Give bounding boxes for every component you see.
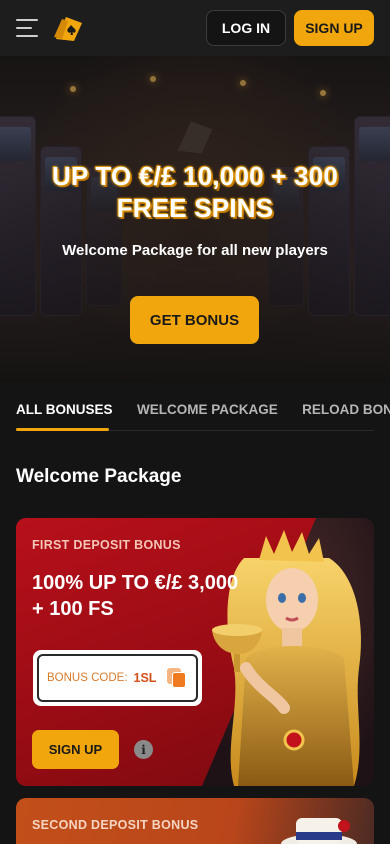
card-bonus-title: 100% UP TO €/£ 3,000 + 100 FS — [32, 572, 239, 620]
bonus-card-second-deposit: SECOND DEPOSIT BONUS — [16, 798, 374, 844]
hero-title: UP TO €/£ 10,000 + 300 FREE SPINS — [0, 160, 390, 224]
copy-icon[interactable] — [166, 667, 188, 689]
signup-button[interactable]: SIGN UP — [294, 10, 374, 46]
card-signup-button[interactable]: SIGN UP — [32, 730, 119, 769]
bonus-code-value: 1SL — [133, 671, 157, 685]
get-bonus-button[interactable]: GET BONUS — [130, 296, 259, 344]
tab-welcome-package[interactable]: WELCOME PACKAGE — [137, 396, 278, 430]
card-bonus-label: FIRST DEPOSIT BONUS — [32, 538, 181, 552]
bonus-code-box[interactable]: BONUS CODE: 1SL — [33, 650, 202, 706]
tab-reload-bonus[interactable]: RELOAD BONUS — [302, 396, 390, 430]
bonus-tabs: ALL BONUSES WELCOME PACKAGE RELOAD BONUS — [16, 396, 390, 432]
card-logo-icon[interactable] — [52, 13, 86, 43]
section-title: Welcome Package — [16, 466, 182, 487]
hamburger-menu-icon[interactable] — [16, 19, 38, 37]
top-header: LOG IN SIGN UP — [0, 0, 390, 56]
hat-illustration — [281, 818, 357, 844]
active-tab-indicator — [16, 428, 109, 431]
hero-banner: UP TO €/£ 10,000 + 300 FREE SPINS Welcom… — [0, 56, 390, 382]
tab-all-bonuses[interactable]: ALL BONUSES — [16, 396, 113, 430]
login-button[interactable]: LOG IN — [206, 10, 286, 46]
card-bonus-label: SECOND DEPOSIT BONUS — [32, 818, 199, 832]
hero-title-line2: FREE SPINS — [116, 193, 274, 223]
hero-title-line1: UP TO €/£ 10,000 + 300 — [51, 161, 339, 191]
bonus-card-first-deposit: FIRST DEPOSIT BONUS 100% UP TO €/£ 3,000… — [16, 518, 374, 786]
info-icon[interactable]: i — [134, 740, 153, 759]
bonus-code-label: BONUS CODE: — [47, 672, 128, 684]
hero-subtitle: Welcome Package for all new players — [62, 242, 328, 259]
